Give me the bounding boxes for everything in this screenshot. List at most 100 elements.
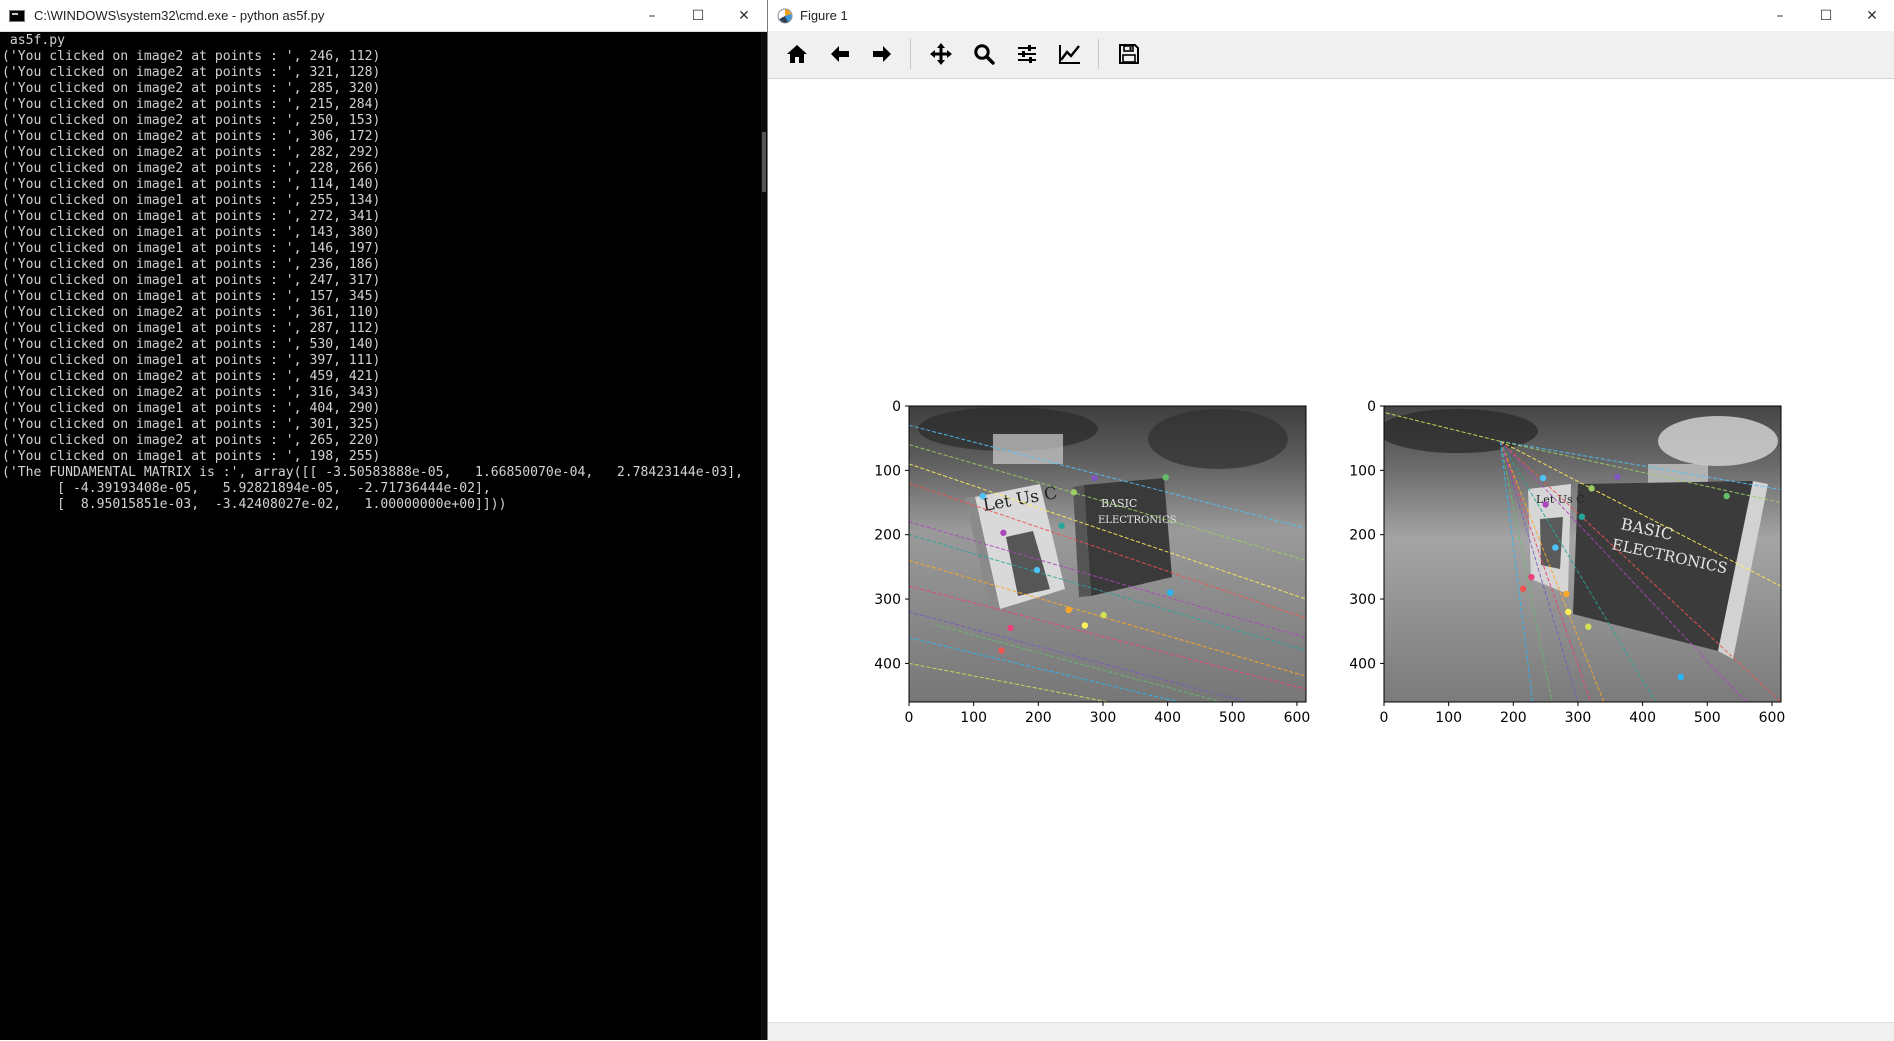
console-line: ('You clicked on image2 at points : ', 3… (2, 305, 381, 320)
sliders-icon (1018, 45, 1036, 63)
cmd-minimize-button[interactable]: – (629, 0, 675, 31)
clicked-point (1614, 473, 1621, 480)
edit-axes-button[interactable] (1053, 37, 1087, 71)
clicked-point (1578, 513, 1586, 520)
y-tick-label: 300 (874, 592, 901, 608)
image1-photo: BASIC ELECTRONICS Let Us C (909, 406, 1306, 702)
cmd-maximize-button[interactable]: ☐ (675, 0, 721, 31)
y-tick-label: 400 (874, 656, 901, 672)
y-tick-label: 0 (1367, 399, 1376, 415)
save-button[interactable] (1112, 37, 1146, 71)
back-button[interactable] (823, 37, 857, 71)
clicked-point (1100, 611, 1107, 619)
figure-window: Figure 1 – ☐ ✕ BASIC ELECTRONICS Let Us … (767, 0, 1894, 1041)
console-line: ('You clicked on image1 at points : ', 1… (2, 177, 381, 192)
image2-photo: BASIC ELECTRONICS Let Us C (1384, 406, 1781, 702)
x-tick-label: 300 (1565, 710, 1592, 726)
x-tick-label: 0 (905, 710, 914, 726)
clicked-point (1081, 622, 1089, 629)
console-line: ('You clicked on image2 at points : ', 2… (2, 161, 381, 176)
x-tick-label: 500 (1219, 710, 1246, 726)
x-tick-label: 0 (1380, 710, 1389, 726)
console-line: ('You clicked on image1 at points : ', 4… (2, 401, 381, 416)
console-line: ('You clicked on image1 at points : ', 2… (2, 193, 381, 208)
y-tick-label: 100 (874, 463, 901, 479)
console-line: ('You clicked on image1 at points : ', 2… (2, 209, 381, 224)
clicked-point (1162, 474, 1169, 481)
move-icon (930, 43, 952, 65)
cmd-window: C:\WINDOWS\system32\cmd.exe - python as5… (0, 0, 768, 1040)
console-line: ('You clicked on image2 at points : ', 5… (2, 337, 381, 352)
cmd-close-button[interactable]: ✕ (721, 0, 767, 31)
console-line: ('You clicked on image1 at points : ', 3… (2, 417, 381, 432)
console-line: ('You clicked on image1 at points : ', 1… (2, 449, 381, 464)
clicked-point (1167, 589, 1174, 596)
console-line: ('You clicked on image2 at points : ', 4… (2, 369, 381, 384)
clicked-point (1539, 474, 1547, 482)
console-line: ('You clicked on image1 at points : ', 1… (2, 289, 381, 304)
clicked-point (1563, 590, 1570, 598)
floppy-disk-icon (1119, 44, 1139, 64)
x-tick-label: 400 (1154, 710, 1181, 726)
y-tick-label: 0 (892, 399, 901, 415)
clicked-point (979, 492, 986, 500)
figure-maximize-button[interactable]: ☐ (1803, 0, 1849, 31)
figure-toolbar (768, 31, 1894, 79)
toolbar-separator (910, 39, 911, 69)
clicked-point (1528, 573, 1535, 581)
clicked-point (1723, 492, 1730, 500)
arrow-left-icon (831, 46, 849, 62)
cmd-titlebar[interactable]: C:\WINDOWS\system32\cmd.exe - python as5… (0, 0, 767, 32)
matplotlib-icon (777, 8, 793, 23)
figure-titlebar[interactable]: Figure 1 – ☐ ✕ (768, 0, 1894, 31)
console-line: [ -4.39193408e-05, 5.92821894e-05, -2.71… (2, 481, 491, 496)
subplot-image2[interactable]: BASIC ELECTRONICS Let Us C 0 100 200 300 400… (1349, 399, 1785, 726)
console-line: ('You clicked on image2 at points : ', 2… (2, 113, 381, 128)
clicked-point (1058, 522, 1065, 529)
clicked-point (1000, 529, 1007, 536)
clicked-point (1565, 608, 1572, 616)
x-tick-label: 100 (1435, 710, 1462, 726)
home-button[interactable] (780, 37, 814, 71)
clicked-point (1588, 485, 1595, 492)
figure-canvas[interactable]: BASIC ELECTRONICS Let Us C 0 100 200 300 400… (768, 79, 1894, 1021)
forward-button[interactable] (865, 37, 899, 71)
figure-close-button[interactable]: ✕ (1849, 0, 1894, 31)
x-tick-label: 600 (1284, 710, 1311, 726)
x-tick-label: 600 (1759, 710, 1786, 726)
clicked-point (1007, 624, 1014, 632)
clicked-point (998, 647, 1005, 654)
console-line: [ 8.95015851e-03, -3.42408027e-02, 1.000… (2, 497, 507, 512)
console-line: ('You clicked on image1 at points : ', 2… (2, 321, 381, 336)
console-line: ('The FUNDAMENTAL MATRIX is :', array([[… (2, 465, 744, 480)
clicked-point (1677, 673, 1684, 681)
x-tick-label: 500 (1694, 710, 1721, 726)
y-tick-label: 400 (1349, 656, 1376, 672)
zoom-button[interactable] (967, 37, 1001, 71)
figure-window-title: Figure 1 (800, 8, 848, 23)
console-output[interactable]: as5f.py ('You clicked on image2 at points… (2, 33, 752, 1033)
cmd-scrollbar-thumb[interactable] (762, 132, 766, 192)
arrow-right-icon (873, 46, 891, 62)
clicked-point (1542, 501, 1549, 508)
clicked-point (1091, 474, 1098, 482)
console-line: ('You clicked on image2 at points : ', 3… (2, 65, 381, 80)
y-tick-label: 200 (874, 528, 901, 544)
pan-button[interactable] (924, 37, 958, 71)
console-line: ('You clicked on image1 at points : ', 2… (2, 257, 381, 272)
console-line: ('You clicked on image2 at points : ', 2… (2, 145, 381, 160)
clicked-point (1519, 585, 1527, 592)
console-line: ('You clicked on image1 at points : ', 3… (2, 353, 381, 368)
console-line: as5f.py (2, 33, 66, 48)
console-line: ('You clicked on image2 at points : ', 2… (2, 49, 381, 64)
figure-minimize-button[interactable]: – (1757, 0, 1803, 31)
x-tick-label: 300 (1090, 710, 1117, 726)
console-line: ('You clicked on image1 at points : ', 1… (2, 225, 381, 240)
subplot-image1[interactable]: BASIC ELECTRONICS Let Us C 0 100 200 300 400… (874, 399, 1310, 726)
y-tick-label: 100 (1349, 463, 1376, 479)
configure-subplots-button[interactable] (1010, 37, 1044, 71)
clicked-point (1552, 544, 1559, 551)
figure-statusbar (768, 1022, 1894, 1041)
cmd-app-icon (9, 9, 25, 22)
console-line: ('You clicked on image1 at points : ', 2… (2, 273, 381, 288)
